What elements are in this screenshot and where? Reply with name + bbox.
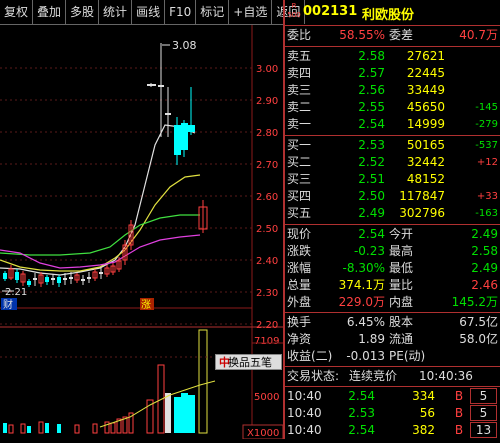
tick-row: 10:40 2.54 334 B 5 (285, 388, 500, 405)
price-axis-label: 2.80 (256, 128, 278, 139)
low-price-label: 2.21 (5, 287, 27, 298)
chart-toolbar: 复权 叠加 多股 统计 画线 F10 标记 +自选 返回 (0, 0, 306, 25)
price-axis-label: 2.30 (256, 288, 278, 299)
order-diff-value: 40.7万 (459, 28, 498, 42)
quote-panel: R 500 002131 利欧股份 委比 58.55% 委差 40.7万 卖五 2… (285, 0, 500, 439)
bid-row[interactable]: 买四 2.50 117847 +33 (285, 188, 500, 205)
ma-line-green (0, 214, 200, 256)
bid-row[interactable]: 买二 2.52 32442 +12 (285, 154, 500, 171)
ask-row[interactable]: 卖一 2.54 14999 -279 (285, 116, 500, 133)
mark-button[interactable]: 标记 (196, 0, 230, 24)
finance-event-marker[interactable]: 财 (3, 298, 13, 311)
price-axis-label: 2.50 (256, 224, 278, 235)
restore-rights-button[interactable]: 复权 (0, 0, 34, 24)
kline-chart[interactable]: 3.00 2.90 2.80 2.70 2.60 2.50 2.40 2.30 … (0, 25, 284, 440)
quote-row: 涨幅 -8.30% 最低 2.49 (287, 261, 498, 275)
stats-row: 收益(二) -0.013 PE(动) (287, 349, 426, 363)
candlesticks (3, 43, 208, 287)
stats-row: 换手 6.45% 股本 67.5亿 (287, 315, 498, 329)
price-axis-label: 2.40 (256, 256, 278, 267)
quote-row: 涨跌 -0.23 最高 2.58 (287, 244, 498, 258)
stock-header: R 500 002131 利欧股份 (285, 0, 500, 26)
ma-line-yellow (0, 174, 201, 272)
ask-row[interactable]: 卖四 2.57 22445 (285, 65, 500, 82)
rise-event-marker[interactable]: 涨 (141, 299, 151, 311)
order-ratio-value: 58.55% (339, 28, 385, 42)
stock-code: 002131 (303, 4, 358, 19)
price-axis-label: 2.60 (256, 192, 278, 203)
trade-status-value: 连续竞价 (349, 369, 398, 383)
bid-row[interactable]: 买五 2.49 302796 -163 (285, 205, 500, 222)
price-axis-label: 3.00 (256, 64, 278, 75)
draw-line-button[interactable]: 画线 (132, 0, 166, 24)
tick-row: 10:40 2.53 56 B 5 (285, 405, 500, 422)
rank-logo: R 500 (287, 2, 301, 19)
order-ratio-row: 委比 58.55% 委差 40.7万 (287, 28, 498, 42)
volume-bars (3, 329, 208, 434)
trade-status-time: 10:40:36 (419, 369, 473, 383)
bid-row[interactable]: 买三 2.51 48152 (285, 171, 500, 188)
trade-status-row: 交易状态: 连续竞价 10:40:36 (287, 369, 473, 383)
multi-stock-button[interactable]: 多股 (66, 0, 100, 24)
quote-row: 现价 2.54 今开 2.49 (287, 227, 498, 241)
bid-row[interactable]: 买一 2.53 50165 -537 (285, 137, 500, 154)
stock-name: 利欧股份 (362, 8, 415, 23)
ask-row[interactable]: 卖三 2.56 33449 (285, 82, 500, 99)
price-axis-label: 2.90 (256, 96, 278, 107)
ma-line-white (0, 124, 196, 276)
ma-line-magenta (0, 234, 201, 269)
product-tooltip[interactable]: 中 换品五笔 (215, 354, 282, 370)
price-axis-label: 2.20 (256, 320, 278, 331)
quote-row: 外盘 229.0万 内盘 145.2万 (287, 295, 498, 309)
stats-row: 净资 1.89 流通 58.0亿 (287, 332, 498, 346)
volume-axis-top: 7109 (254, 336, 279, 347)
ask-row[interactable]: 卖五 2.58 27621 (285, 48, 500, 65)
high-price-label: 3.08 (172, 39, 197, 52)
f10-button[interactable]: F10 (165, 0, 197, 24)
volume-unit-label: X1000 (247, 428, 279, 439)
quote-row: 总量 374.1万 量比 2.46 (287, 278, 498, 292)
price-axis-label: 2.70 (256, 160, 278, 171)
overlay-button[interactable]: 叠加 (33, 0, 67, 24)
volume-axis-mid: 5000 (254, 392, 279, 403)
ask-row[interactable]: 卖二 2.55 45650 -145 (285, 99, 500, 116)
kline-svg: 3.00 2.90 2.80 2.70 2.60 2.50 2.40 2.30 … (0, 25, 284, 440)
statistics-button[interactable]: 统计 (99, 0, 133, 24)
add-watchlist-button[interactable]: +自选 (229, 0, 273, 24)
tooltip-text: 换品五笔 (228, 356, 272, 369)
tick-row: 10:40 2.54 382 B 13 (285, 422, 500, 439)
